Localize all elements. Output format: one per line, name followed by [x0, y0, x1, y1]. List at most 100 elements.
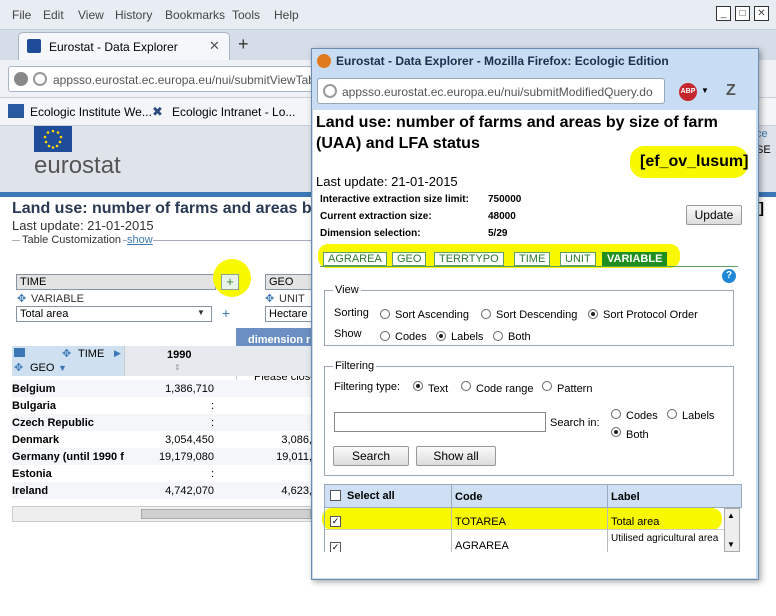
filter-text-radio[interactable] — [413, 378, 423, 392]
update-button[interactable]: Update — [686, 205, 742, 225]
tab-geo[interactable]: GEO — [392, 252, 427, 266]
select-all-checkbox[interactable] — [330, 490, 341, 504]
row-label: Ireland — [12, 484, 49, 497]
unit-label: UNIT — [279, 293, 305, 305]
row-value-1990: : — [210, 467, 214, 480]
browser-tab[interactable]: Eurostat - Data Explorer ✕ — [18, 32, 230, 60]
maximize-button[interactable]: □ — [735, 6, 750, 21]
table-row: Greece3,987,6003,751, — [12, 499, 312, 502]
popup-last-update: Last update: 21-01-2015 — [316, 174, 458, 189]
chevron-down-icon[interactable]: ▼ — [701, 86, 709, 95]
sort-ascending-radio[interactable] — [380, 306, 390, 320]
menu-bar: File Edit View History Bookmarks Tools H… — [0, 0, 776, 30]
menu-tools[interactable]: Tools — [232, 8, 260, 22]
view-legend: View — [333, 284, 361, 296]
bookmark-ecologic-institute[interactable]: Ecologic Institute We... — [30, 105, 152, 119]
help-icon[interactable]: ? — [722, 269, 736, 283]
filter-text-label: Text — [428, 383, 449, 395]
tab-time[interactable]: TIME — [514, 252, 551, 266]
horizontal-scrollbar[interactable] — [12, 506, 312, 522]
column-divider — [607, 508, 608, 530]
search-input[interactable] — [334, 412, 546, 432]
popup-window-title: Eurostat - Data Explorer - Mozilla Firef… — [336, 54, 669, 68]
tab-agrarea[interactable]: AGRAREA — [323, 252, 387, 266]
grid-icon — [14, 348, 25, 357]
table-row: Ireland 4,742,070 4,623, — [12, 482, 312, 499]
time-dimension-box[interactable]: TIME — [16, 274, 216, 290]
popup-address-bar[interactable]: appsso.eurostat.ec.europa.eu/nui/submitM… — [317, 78, 665, 104]
current-size-value: 48000 — [488, 211, 516, 222]
sort-protocol-radio[interactable] — [588, 306, 598, 320]
show-both-radio[interactable] — [493, 328, 503, 342]
tab-variable[interactable]: VARIABLE — [602, 252, 668, 266]
column-divider — [451, 485, 452, 507]
menu-help[interactable]: Help — [274, 8, 299, 22]
chevron-right-icon[interactable]: ▶ — [114, 348, 121, 359]
tab-unit[interactable]: UNIT — [560, 252, 596, 266]
search-button[interactable]: Search — [333, 446, 409, 466]
row-value-1990: : — [210, 399, 214, 412]
popup-heading-line1: Land use: number of farms and areas by s… — [316, 114, 718, 131]
menu-bookmarks[interactable]: Bookmarks — [165, 8, 225, 22]
row-value-1990: 3,987,600 — [124, 499, 224, 503]
menu-view[interactable]: View — [78, 8, 104, 22]
chevron-down-icon[interactable]: ▼ — [58, 363, 67, 373]
item-checkbox[interactable]: ✓ — [330, 513, 341, 527]
scroll-up-icon[interactable]: ▲ — [727, 511, 735, 520]
address-bar[interactable]: appsso.eurostat.ec.europa.eu/nui/submitV… — [8, 66, 318, 92]
sort-protocol-label: Sort Protocol Order — [603, 309, 698, 321]
list-item[interactable]: ✓ TOTAREA Total area — [325, 508, 725, 530]
filter-code-range-radio[interactable] — [461, 378, 471, 392]
label-column-header: Label — [611, 491, 640, 503]
add-dimension-button[interactable]: + — [221, 274, 239, 290]
minimize-button[interactable]: _ — [716, 6, 731, 21]
filter-pattern-radio[interactable] — [542, 378, 552, 392]
menu-file[interactable]: File — [12, 8, 31, 22]
grid-time-label: TIME — [78, 348, 105, 360]
geo-dimension-box[interactable]: GEO — [265, 274, 315, 290]
zotero-icon[interactable]: Z — [726, 82, 736, 100]
menu-edit[interactable]: Edit — [43, 8, 64, 22]
bookmark-ecologic-intranet[interactable]: Ecologic Intranet - Lo... — [172, 105, 295, 119]
move-icon: ✥ — [14, 362, 24, 374]
add-filter-icon[interactable]: + — [218, 306, 234, 322]
menu-history[interactable]: History — [115, 8, 152, 22]
show-labels-radio[interactable] — [436, 328, 446, 342]
close-window-button[interactable]: ✕ — [754, 6, 769, 21]
show-all-button[interactable]: Show all — [416, 446, 496, 466]
show-customization-link[interactable]: show — [127, 234, 153, 246]
show-codes-radio[interactable] — [380, 328, 390, 342]
tab-terrtypo[interactable]: TERRTYPO — [434, 252, 504, 266]
adblock-icon[interactable]: ABP — [679, 83, 697, 101]
new-tab-icon[interactable]: + — [238, 34, 249, 55]
search-both-radio[interactable] — [611, 424, 621, 438]
list-scrollbar[interactable]: ▲ ▼ — [724, 508, 740, 552]
search-codes-label: Codes — [626, 410, 658, 422]
column-divider — [451, 530, 452, 552]
grid-corner: ✥ TIME ▶ ✥ GEO ▼ — [12, 346, 124, 376]
sort-descending-radio[interactable] — [481, 306, 491, 320]
search-both-label: Both — [626, 429, 649, 441]
firefox-icon — [317, 54, 331, 68]
scroll-down-icon[interactable]: ▼ — [727, 540, 735, 549]
globe-icon — [323, 84, 337, 98]
search-codes-radio[interactable] — [611, 406, 621, 420]
scrollbar-thumb[interactable] — [141, 509, 311, 519]
next-year-column-header — [234, 346, 314, 376]
search-labels-radio[interactable] — [667, 406, 677, 420]
variable-value: Total area — [20, 308, 69, 320]
chevron-down-icon[interactable]: ▼ — [197, 308, 205, 317]
list-item[interactable]: ✓ AGRAREA Utilised agricultural area — [325, 530, 725, 552]
sort-icon[interactable]: ⇕ — [174, 363, 181, 372]
year-column-header: 1990 ⇕ — [124, 346, 234, 376]
unit-select[interactable]: Hectare — [265, 306, 315, 322]
row-value-1990: : — [210, 416, 214, 429]
close-tab-icon[interactable]: ✕ — [209, 38, 220, 54]
table-row: Denmark 3,054,450 3,086, — [12, 431, 312, 448]
item-checkbox[interactable]: ✓ — [330, 539, 341, 552]
year-label: 1990 — [167, 349, 192, 361]
back-icon[interactable] — [14, 72, 28, 86]
variable-select[interactable]: Total area — [16, 306, 212, 322]
limit-label: Interactive extraction size limit: — [320, 194, 469, 205]
column-divider — [607, 530, 608, 552]
